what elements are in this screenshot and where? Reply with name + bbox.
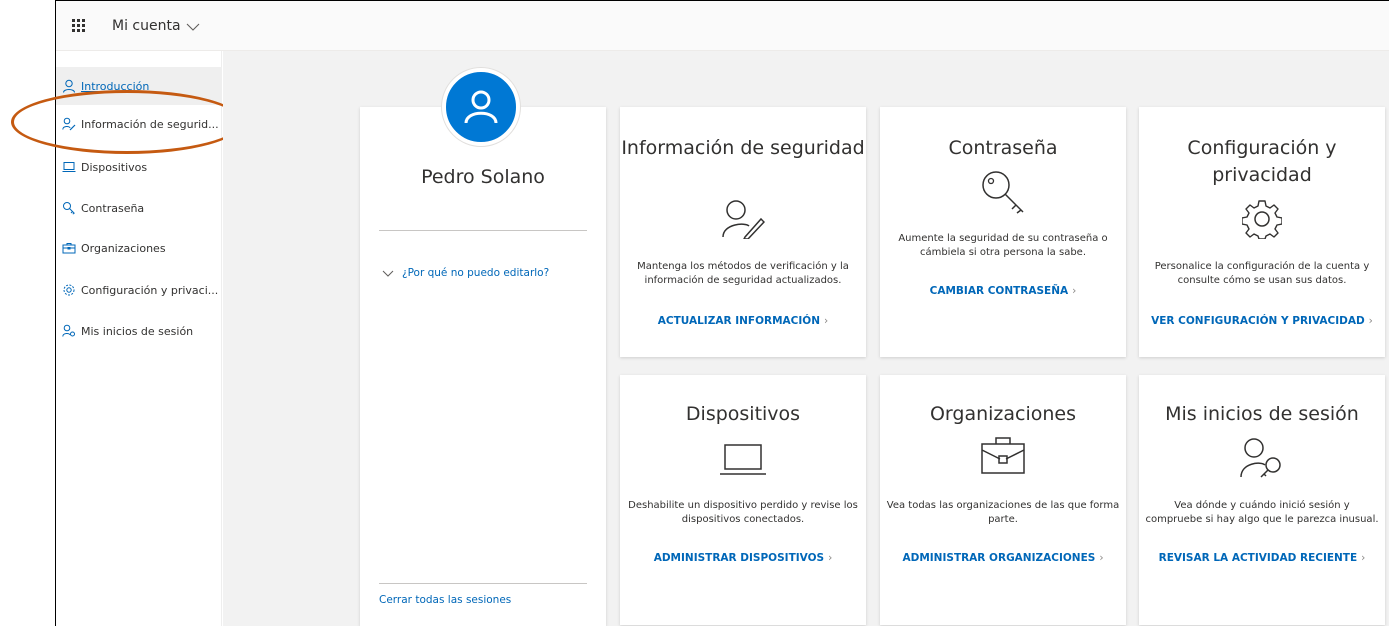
chevron-right-icon: ›	[1099, 552, 1104, 564]
sidebar-item-label: Introducción	[81, 79, 150, 93]
briefcase-icon	[62, 241, 76, 255]
tile-link-label: VER CONFIGURACIÓN Y PRIVACIDAD	[1151, 315, 1365, 327]
sidebar-item-introduccion[interactable]: Introducción	[56, 67, 222, 105]
chevron-right-icon: ›	[823, 315, 829, 327]
tile-description: Deshabilite un dispositivo perdido y rev…	[628, 500, 858, 525]
tile-description: Personalice la configuración de la cuent…	[1154, 261, 1370, 286]
sidebar-item-configuracion[interactable]: Configuración y privaci...	[56, 271, 222, 309]
tile-link-label: REVISAR LA ACTIVIDAD RECIENTE	[1158, 552, 1358, 564]
tile-title: Dispositivos	[685, 403, 801, 425]
tile-link-label: ACTUALIZAR INFORMACIÓN	[657, 315, 820, 327]
tile-settings-privacy: Configuración y privacidad Personalice l…	[1139, 107, 1385, 357]
sidebar-item-label: Organizaciones	[81, 241, 166, 255]
briefcase-icon	[880, 435, 1126, 475]
sidebar-item-label: Dispositivos	[81, 160, 148, 174]
gear-icon	[62, 283, 76, 297]
update-info-link[interactable]: ACTUALIZAR INFORMACIÓN ›	[620, 315, 866, 327]
tile-description: Aumente la seguridad de su contraseña o …	[898, 233, 1108, 258]
top-bar: Mi cuenta	[56, 1, 1389, 51]
chevron-right-icon: ›	[1361, 552, 1366, 564]
laptop-icon	[62, 160, 76, 174]
gear-icon	[1139, 199, 1385, 239]
person-key-icon	[62, 324, 76, 338]
profile-name: Pedro Solano	[421, 166, 545, 188]
change-password-link[interactable]: CAMBIAR CONTRASEÑA ›	[880, 285, 1126, 297]
sign-out-everywhere-link[interactable]: Cerrar todas las sesiones	[379, 594, 511, 606]
sidebar-item-contrasena[interactable]: Contraseña	[56, 189, 222, 227]
sidebar-item-label: Configuración y privaci...	[81, 283, 219, 297]
sidebar-item-dispositivos[interactable]: Dispositivos	[56, 148, 222, 186]
profile-divider	[379, 583, 587, 584]
tile-password: Contraseña Aumente la seguridad de su co…	[880, 107, 1126, 357]
avatar	[442, 68, 520, 146]
profile-divider	[379, 230, 587, 231]
app-title: Mi cuenta	[112, 17, 181, 34]
tile-title: Contraseña	[948, 137, 1058, 159]
person-key-icon	[62, 117, 76, 131]
tile-link-label: CAMBIAR CONTRASEÑA	[929, 285, 1069, 297]
tile-title: Organizaciones	[929, 403, 1077, 425]
why-cant-edit-link[interactable]: ¿Por qué no puedo editarlo?	[382, 267, 549, 279]
sidebar-item-label: Mis inicios de sesión	[81, 324, 194, 338]
manage-devices-link[interactable]: ADMINISTRAR DISPOSITIVOS ›	[620, 552, 866, 564]
key-icon	[880, 169, 1126, 215]
sidebar-item-mis-inicios[interactable]: Mis inicios de sesión	[56, 312, 222, 350]
chevron-down-icon	[186, 23, 199, 31]
tile-title: Información de seguridad	[621, 137, 865, 159]
person-pen-icon	[620, 199, 866, 239]
tile-description: Vea todas las organizaciones de las que …	[886, 500, 1120, 525]
sidebar-item-label: Información de segurid...	[81, 117, 219, 131]
tile-description: Mantenga los métodos de verificación y l…	[637, 261, 849, 286]
tile-link-label: ADMINISTRAR ORGANIZACIONES	[902, 552, 1096, 564]
tile-link-label: ADMINISTRAR DISPOSITIVOS	[653, 552, 825, 564]
waffle-icon	[71, 19, 85, 32]
why-link-label: ¿Por qué no puedo editarlo?	[402, 267, 550, 279]
person-icon	[62, 79, 76, 93]
sidebar-item-informacion-seguridad[interactable]: Información de segurid...	[56, 105, 222, 143]
profile-card: Pedro Solano ¿Por qué no puedo editarlo?…	[360, 107, 606, 626]
sidebar-nav: Introducción Información de segurid... D…	[56, 51, 222, 626]
tile-description: Vea dónde y cuándo inició sesión y compr…	[1145, 500, 1379, 525]
chevron-right-icon: ›	[828, 552, 833, 564]
manage-organizations-link[interactable]: ADMINISTRAR ORGANIZACIONES ›	[880, 552, 1126, 564]
person-icon	[464, 90, 498, 124]
settings-privacy-link[interactable]: VER CONFIGURACIÓN Y PRIVACIDAD ›	[1139, 315, 1385, 327]
chevron-right-icon: ›	[1072, 285, 1077, 297]
tile-title: Configuración y privacidad	[1187, 137, 1337, 186]
main-content: Pedro Solano ¿Por qué no puedo editarlo?…	[223, 51, 1389, 626]
chevron-right-icon: ›	[1368, 315, 1373, 327]
person-key-icon	[1139, 437, 1385, 479]
sidebar-item-label: Contraseña	[81, 201, 145, 215]
app-launcher-button[interactable]	[58, 1, 98, 51]
tile-my-sign-ins: Mis inicios de sesión Vea dónde y cuándo…	[1139, 375, 1385, 625]
review-activity-link[interactable]: REVISAR LA ACTIVIDAD RECIENTE ›	[1139, 552, 1385, 564]
tile-security-info: Información de seguridad Mantenga los mé…	[620, 107, 866, 357]
tile-devices: Dispositivos Deshabilite un dispositivo …	[620, 375, 866, 625]
tile-title: Mis inicios de sesión	[1165, 403, 1359, 425]
laptop-icon	[620, 443, 866, 477]
account-menu-button[interactable]: Mi cuenta	[112, 18, 200, 34]
key-icon	[62, 201, 76, 215]
chevron-down-icon	[382, 270, 394, 277]
sidebar-item-organizaciones[interactable]: Organizaciones	[56, 229, 222, 267]
tile-organizations: Organizaciones Vea todas las organizacio…	[880, 375, 1126, 625]
